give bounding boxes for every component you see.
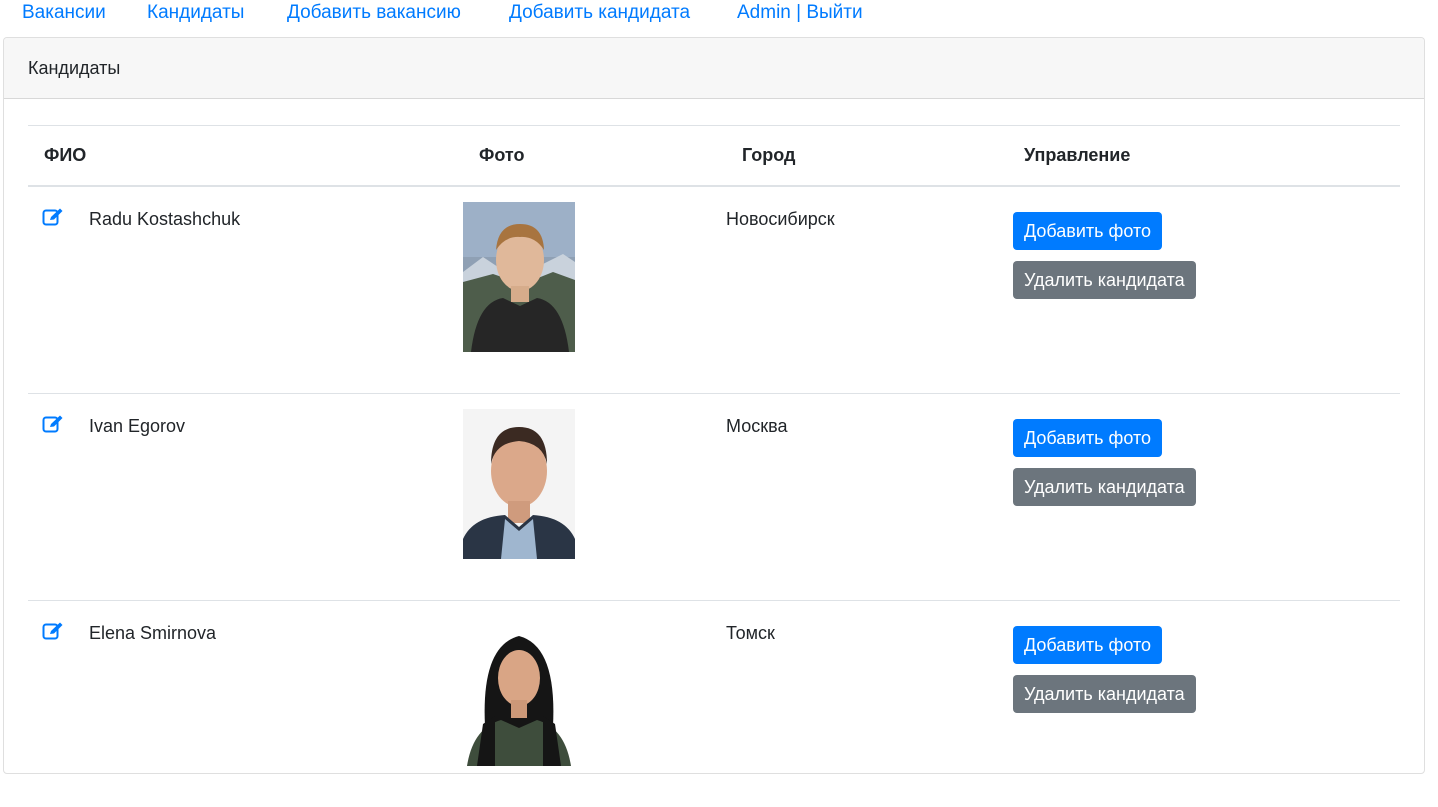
city-cell: Москва	[726, 392, 1008, 600]
candidate-name: Ivan Egorov	[89, 415, 186, 436]
photo-cell	[463, 392, 726, 600]
candidate-photo	[463, 408, 575, 559]
photo-cell	[463, 599, 726, 807]
column-header-actions: Управление	[1008, 125, 1400, 187]
add-photo-button[interactable]: Добавить фото	[1013, 418, 1163, 457]
candidates-card: Кандидаты ФИО Фото Город Управление Radu…	[3, 37, 1425, 807]
nav-link-vacancies[interactable]: Вакансии	[22, 1, 106, 25]
table-header-row: ФИО Фото Город Управление	[28, 125, 1400, 187]
candidate-name: Elena Smirnova	[89, 622, 217, 643]
city-cell: Новосибирск	[726, 208, 835, 229]
table-row: Elena Smirnova Томск Добавить фото Удали…	[28, 599, 1400, 807]
nav-link-add-candidate[interactable]: Добавить кандидата	[509, 1, 690, 25]
column-header-city: Город	[726, 125, 1008, 187]
actions-cell: Добавить фото Удалить кандидата	[1008, 186, 1400, 394]
nav-link-user-logout[interactable]: Admin | Выйти	[737, 1, 863, 25]
photo-cell	[463, 186, 726, 394]
delete-candidate-button[interactable]: Удалить кандидата	[1013, 674, 1196, 713]
candidates-table-wrap: ФИО Фото Город Управление Radu Kostashch…	[28, 125, 1400, 807]
candidate-name: Radu Kostashchuk	[89, 208, 241, 229]
actions-cell: Добавить фото Удалить кандидата	[1008, 599, 1400, 807]
add-photo-button[interactable]: Добавить фото	[1013, 211, 1163, 250]
actions-cell: Добавить фото Удалить кандидата	[1008, 392, 1400, 600]
name-cell: Ivan Egorov	[28, 392, 463, 600]
edit-icon[interactable]	[42, 207, 64, 227]
column-header-name: ФИО	[28, 125, 463, 187]
name-cell: Radu Kostashchuk	[28, 186, 463, 394]
city-cell: Томск	[726, 599, 1008, 807]
edit-icon[interactable]	[42, 621, 64, 641]
candidate-photo	[463, 615, 575, 766]
delete-candidate-button[interactable]: Удалить кандидата	[1013, 467, 1196, 506]
edit-icon[interactable]	[42, 414, 64, 434]
column-header-photo: Фото	[463, 125, 726, 187]
candidates-table: ФИО Фото Город Управление Radu Kostashch…	[28, 125, 1400, 807]
candidate-photo	[463, 201, 575, 352]
name-cell: Elena Smirnova	[28, 599, 463, 807]
card-header-title: Кандидаты	[4, 38, 1424, 99]
nav-link-candidates[interactable]: Кандидаты	[147, 1, 244, 25]
delete-candidate-button[interactable]: Удалить кандидата	[1013, 260, 1196, 299]
table-row: Radu Kostashchuk Новосибирск Добавить фо…	[28, 186, 1400, 394]
add-photo-button[interactable]: Добавить фото	[1013, 625, 1163, 664]
nav-link-add-vacancy[interactable]: Добавить вакансию	[287, 1, 461, 25]
table-row: Ivan Egorov Москва Добавить фото Удалить…	[28, 392, 1400, 600]
